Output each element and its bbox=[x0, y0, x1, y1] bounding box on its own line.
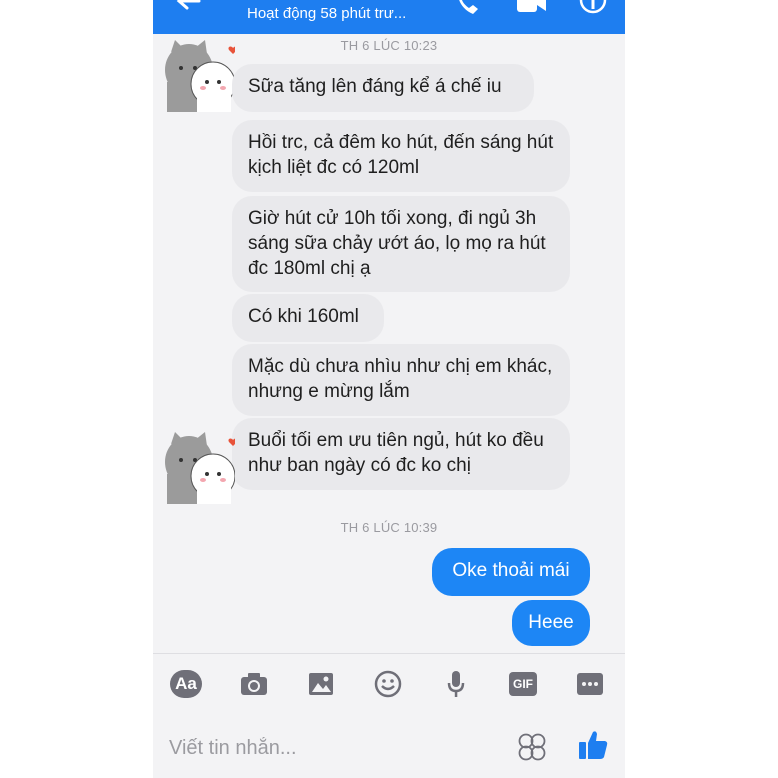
video-call-icon[interactable] bbox=[515, 0, 547, 14]
incoming-message[interactable]: Mặc dù chưa nhìu như chị em khác, nhưng … bbox=[232, 344, 570, 416]
contact-avatar[interactable] bbox=[161, 428, 235, 504]
chat-header: Hoạt động 58 phút trư... bbox=[153, 0, 625, 34]
composer-toolbar: Aa GIF bbox=[153, 654, 625, 714]
camera-icon bbox=[241, 673, 267, 695]
voice-button[interactable] bbox=[439, 668, 473, 700]
back-arrow-icon[interactable] bbox=[175, 0, 201, 14]
incoming-message[interactable]: Sữa tăng lên đáng kể á chế iu bbox=[232, 64, 534, 112]
smiley-icon bbox=[374, 670, 402, 698]
outgoing-message[interactable]: Oke thoải mái bbox=[432, 548, 590, 596]
like-thumb-icon[interactable] bbox=[577, 728, 609, 762]
message-composer bbox=[153, 716, 625, 778]
message-input[interactable] bbox=[167, 732, 471, 764]
info-icon[interactable] bbox=[579, 0, 607, 16]
gif-icon: GIF bbox=[509, 672, 537, 696]
sticker-icon[interactable] bbox=[517, 732, 547, 762]
outgoing-message[interactable]: Heee bbox=[512, 600, 590, 646]
emoji-button[interactable] bbox=[371, 668, 405, 700]
camera-button[interactable] bbox=[237, 668, 271, 700]
incoming-message[interactable]: Có khi 160ml bbox=[232, 294, 384, 342]
message-timestamp: TH 6 LÚC 10:39 bbox=[340, 520, 438, 535]
active-status: Hoạt động 58 phút trư... bbox=[247, 5, 407, 22]
more-button[interactable] bbox=[573, 668, 607, 700]
phone-call-icon[interactable] bbox=[453, 0, 481, 16]
contact-avatar[interactable] bbox=[161, 36, 235, 112]
messenger-screen: Hoạt động 58 phút trư... TH 6 LÚC 10:23 … bbox=[153, 0, 625, 778]
text-format-icon: Aa bbox=[170, 670, 202, 698]
image-icon bbox=[309, 673, 333, 695]
incoming-message[interactable]: Buổi tối em ưu tiên ngủ, hút ko đều như … bbox=[232, 418, 570, 490]
microphone-icon bbox=[447, 671, 465, 697]
text-format-button[interactable]: Aa bbox=[169, 668, 203, 700]
incoming-message[interactable]: Giờ hút cử 10h tối xong, đi ngủ 3h sáng … bbox=[232, 196, 570, 292]
gallery-button[interactable] bbox=[304, 668, 338, 700]
more-dots-icon bbox=[577, 673, 603, 695]
incoming-message[interactable]: Hồi trc, cả đêm ko hút, đến sáng hút kịc… bbox=[232, 120, 570, 192]
gif-button[interactable]: GIF bbox=[506, 668, 540, 700]
